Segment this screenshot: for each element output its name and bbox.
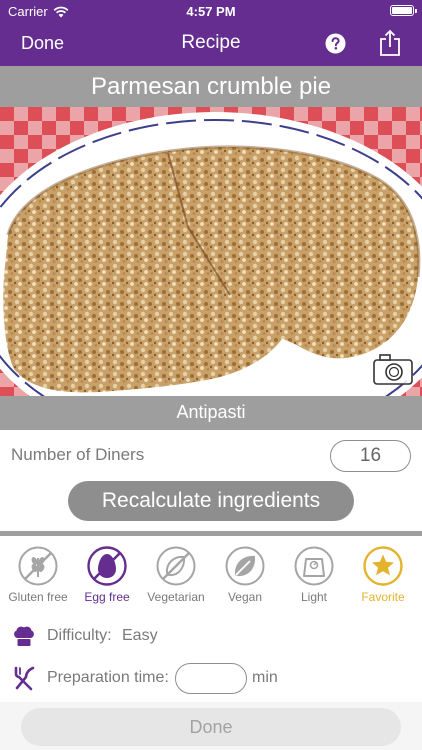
tag-label: Egg free — [84, 590, 130, 604]
diners-input[interactable]: 16 — [330, 440, 411, 472]
diners-label: Number of Diners — [11, 445, 145, 464]
done-bottom-button[interactable]: Done — [21, 708, 401, 746]
tag-favorite[interactable]: Favorite — [348, 546, 418, 604]
wheat-icon — [18, 546, 58, 586]
tag-label: Vegan — [227, 590, 263, 604]
scale-icon — [294, 546, 334, 586]
preparation-time-unit: min — [252, 669, 278, 686]
recipe-title: Parmesan crumble pie — [0, 66, 422, 107]
clock: 4:57 PM — [186, 4, 236, 19]
leaf-icon — [225, 546, 265, 586]
status-bar: Carrier 4:57 PM — [0, 0, 422, 22]
category-label: Antipasti — [0, 396, 422, 430]
tag-label: Gluten free — [8, 590, 68, 604]
difficulty-value: Easy — [122, 627, 158, 644]
vegetarian-icon — [156, 546, 196, 586]
difficulty-label: Difficulty: — [47, 627, 112, 644]
tag-label: Vegetarian — [147, 590, 205, 604]
preparation-time-row: Preparation time: min — [0, 661, 422, 695]
recipe-photo[interactable] — [0, 107, 422, 396]
bottom-bar: Done — [0, 702, 422, 750]
tag-label: Light — [300, 590, 328, 604]
tag-vegan[interactable]: Vegan — [210, 546, 280, 604]
tag-light[interactable]: Light — [279, 546, 349, 604]
star-icon — [363, 546, 403, 586]
preparation-time-label: Preparation time: — [47, 669, 169, 686]
nav-bar: Done Recipe — [0, 22, 422, 66]
diet-tags: Gluten free Egg free Vegetarian Vegan Li… — [0, 546, 422, 606]
tag-gluten-free[interactable]: Gluten free — [3, 546, 73, 604]
egg-icon — [87, 546, 127, 586]
section-divider — [0, 531, 422, 536]
tag-egg-free[interactable]: Egg free — [72, 546, 142, 604]
difficulty-row[interactable]: Difficulty: Easy — [0, 619, 422, 653]
recalculate-button[interactable]: Recalculate ingredients — [68, 481, 354, 521]
tag-label: Favorite — [361, 590, 405, 604]
camera-icon[interactable] — [372, 352, 414, 386]
done-button[interactable]: Done — [21, 33, 64, 54]
question-circle-icon[interactable] — [325, 33, 346, 54]
fork-knife-icon — [14, 666, 35, 691]
chef-hat-icon — [14, 626, 34, 646]
tag-vegetarian[interactable]: Vegetarian — [141, 546, 211, 604]
battery-icon — [390, 5, 417, 16]
preparation-time-input[interactable] — [175, 663, 247, 694]
share-icon[interactable] — [378, 29, 402, 57]
